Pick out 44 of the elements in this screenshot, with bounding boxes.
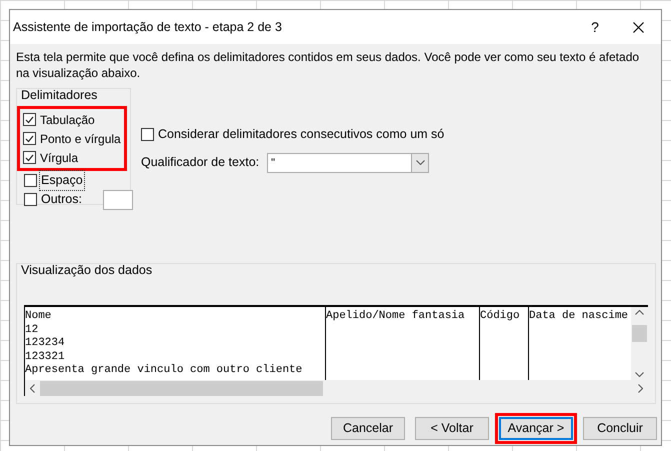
table-cell-text: Apresenta grande vinculo com outro cliente <box>25 364 304 378</box>
dialog-button[interactable]: Avançar > <box>499 417 573 440</box>
table-cell-text: 123321 <box>25 350 66 364</box>
checkbox-label: Tabulação <box>39 112 96 128</box>
qualifier-dropdown[interactable]: " <box>267 152 430 173</box>
qualifier-label: Qualificador de texto: <box>141 154 260 172</box>
checkbox-label: Ponto e vírgula <box>39 130 122 148</box>
checkbox-label: Espaço <box>40 171 84 190</box>
checkbox[interactable] <box>23 151 36 164</box>
table-cell-text: 123234 <box>25 337 66 350</box>
checkbox[interactable] <box>23 113 36 126</box>
table-cell-text: 12 <box>25 324 40 337</box>
column-header: Código <box>480 310 521 324</box>
dialog-button[interactable]: Concluir <box>583 417 657 440</box>
help-button[interactable]: ? <box>575 12 615 42</box>
checkbox-label: Vírgula <box>39 150 80 166</box>
checkmark-icon <box>25 134 34 142</box>
group-title: Delimitadores <box>20 88 98 102</box>
scroll-left-icon[interactable] <box>30 384 35 392</box>
other-delimiter-field[interactable] <box>103 190 133 210</box>
group-title: Visualização dos dados <box>20 263 154 277</box>
scroll-right-icon[interactable] <box>638 384 643 392</box>
scroll-thumb[interactable] <box>40 380 323 396</box>
checkbox[interactable] <box>141 128 154 141</box>
checkbox[interactable] <box>24 174 37 187</box>
checkmark-icon <box>25 154 34 162</box>
column-header: Nome <box>25 310 52 324</box>
window-title: Assistente de importação de texto - etapa 2 de 3 <box>13 18 282 36</box>
scroll-thumb[interactable] <box>632 325 648 342</box>
checkbox[interactable] <box>23 132 36 145</box>
description-text: Esta tela permite que você defina os delimitadores contidos em seus dados. Você pode ver como seu texto é afetado na visualização abaixo. <box>15 49 640 81</box>
dialog-button[interactable]: < Voltar <box>415 417 489 440</box>
scroll-up-icon[interactable] <box>635 310 644 315</box>
dialog-button[interactable]: Cancelar <box>331 417 405 440</box>
checkbox-label: Outros: <box>40 191 83 208</box>
chevron-down-icon <box>416 160 425 166</box>
checkmark-icon <box>25 116 34 124</box>
checkbox[interactable] <box>24 193 37 206</box>
column-header: Apelido/Nome fantasia <box>326 310 466 324</box>
dropdown-value: " <box>270 156 276 170</box>
close-icon <box>632 22 644 32</box>
checkbox-label: Considerar delimitadores consecutivos como um só <box>158 126 444 143</box>
column-header: Data de nascime <box>529 310 630 324</box>
scroll-down-icon[interactable] <box>635 372 644 377</box>
